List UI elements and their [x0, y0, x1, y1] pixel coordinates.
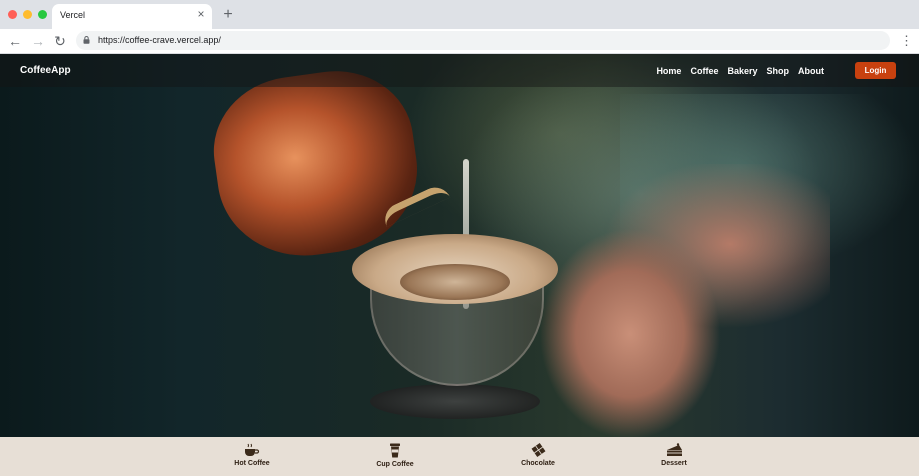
browser-tab[interactable]: Vercel ×: [52, 4, 212, 29]
category-dessert[interactable]: Dessert: [639, 443, 709, 475]
chocolate-icon: [531, 443, 545, 457]
lock-icon: [83, 36, 90, 44]
maximize-window-button[interactable]: [38, 10, 47, 19]
category-label: Hot Coffee: [234, 460, 270, 467]
nav-link-about[interactable]: About: [798, 66, 824, 76]
category-label: Dessert: [661, 460, 687, 467]
category-label: Cup Coffee: [376, 461, 414, 468]
cup-coffee-icon: [390, 443, 400, 458]
dessert-icon: [666, 443, 682, 456]
category-hot-coffee[interactable]: Hot Coffee: [217, 443, 287, 475]
browser-toolbar: ← → ↻ https://coffee-crave.vercel.app/ ⋮: [0, 29, 919, 54]
browser-window: Vercel × + ← → ↻ https://coffee-crave.ve…: [0, 0, 919, 476]
hot-coffee-icon: [245, 443, 260, 456]
category-cup-coffee[interactable]: Cup Coffee: [360, 443, 430, 475]
close-tab-icon[interactable]: ×: [195, 8, 207, 20]
hero-image: [0, 54, 919, 437]
nav-links: Home Coffee Bakery Shop About: [656, 66, 824, 76]
web-page: CoffeeApp Home Coffee Bakery Shop About …: [0, 54, 919, 476]
new-tab-button[interactable]: +: [220, 7, 236, 23]
close-window-button[interactable]: [8, 10, 17, 19]
site-navbar: CoffeeApp Home Coffee Bakery Shop About …: [0, 54, 919, 87]
nav-link-shop[interactable]: Shop: [767, 66, 790, 76]
address-bar[interactable]: https://coffee-crave.vercel.app/: [76, 31, 890, 50]
category-chocolate[interactable]: Chocolate: [503, 443, 573, 475]
login-button[interactable]: Login: [855, 62, 896, 79]
hand-shape: [450, 164, 830, 437]
back-arrow-icon[interactable]: ←: [7, 33, 23, 49]
nav-link-coffee[interactable]: Coffee: [690, 66, 718, 76]
nav-link-home[interactable]: Home: [656, 66, 681, 76]
tab-title: Vercel: [60, 10, 86, 20]
browser-menu-icon[interactable]: ⋮: [900, 33, 913, 49]
title-bar: Vercel × +: [0, 0, 919, 29]
reload-icon[interactable]: ↻: [52, 33, 68, 49]
category-bar: Hot Coffee Cup Coffee Chocolate Dessert: [0, 437, 919, 476]
url-text: https://coffee-crave.vercel.app/: [98, 35, 221, 45]
minimize-window-button[interactable]: [23, 10, 32, 19]
nav-link-bakery[interactable]: Bakery: [727, 66, 757, 76]
forward-arrow-icon[interactable]: →: [30, 33, 46, 49]
window-controls: [8, 10, 47, 19]
site-logo[interactable]: CoffeeApp: [20, 65, 71, 76]
category-label: Chocolate: [521, 460, 555, 467]
